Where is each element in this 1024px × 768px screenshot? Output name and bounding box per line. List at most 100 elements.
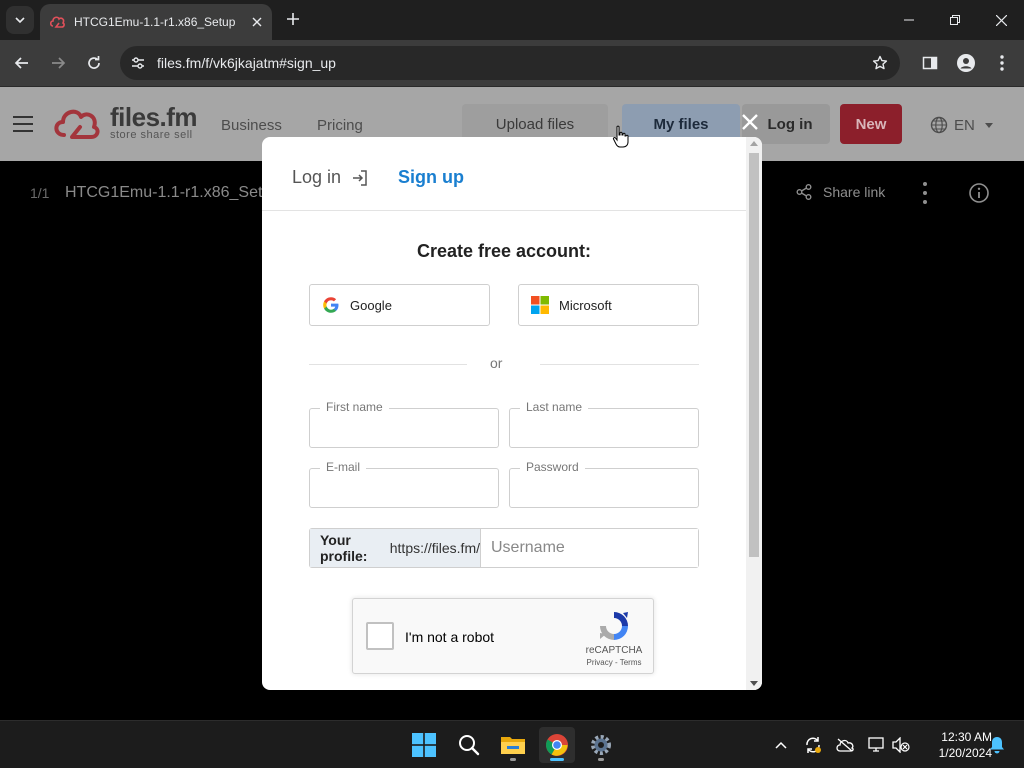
files-fm-logo[interactable]: files.fm store share sell <box>52 102 198 141</box>
volume-muted-icon <box>892 737 910 753</box>
tab-login[interactable]: Log in <box>292 167 369 188</box>
language-selector[interactable]: EN <box>930 116 993 134</box>
microsoft-signin-button[interactable]: Microsoft <box>518 284 699 326</box>
first-name-label: First name <box>320 400 389 414</box>
arrow-right-icon <box>52 57 66 69</box>
recaptcha-widget: I'm not a robot reCAPTCHA Privacy - Term… <box>352 598 654 674</box>
password-label: Password <box>520 460 585 474</box>
start-button[interactable] <box>406 727 442 763</box>
sync-tray-icon[interactable] <box>803 735 823 755</box>
close-icon <box>252 17 262 27</box>
browser-tab-bar: HTCG1Emu-1.1-r1.x86_Setup <box>0 0 1024 40</box>
hand-cursor-icon <box>612 125 629 148</box>
volume-tray-icon[interactable] <box>891 735 911 755</box>
scroll-up-arrow[interactable] <box>750 141 758 146</box>
first-name-field[interactable]: First name <box>309 400 499 448</box>
more-options-icon[interactable] <box>918 182 932 204</box>
files-fm-favicon-icon <box>50 16 65 28</box>
recaptcha-links[interactable]: Privacy - Terms <box>579 658 649 667</box>
profile-url-prefix: https://files.fm/ <box>389 540 480 556</box>
scroll-down-arrow[interactable] <box>750 681 758 686</box>
file-counter: 1/1 <box>30 185 50 201</box>
chevron-up-icon <box>775 741 787 749</box>
settings-taskbar-button[interactable] <box>583 727 619 763</box>
back-button[interactable] <box>9 50 35 76</box>
modal-scrollbar[interactable] <box>746 137 762 690</box>
new-button[interactable]: New <box>840 104 902 144</box>
divider-right <box>540 364 699 365</box>
globe-icon <box>930 116 948 134</box>
tune-icon <box>132 57 144 69</box>
site-info-button[interactable] <box>128 53 148 73</box>
last-name-label: Last name <box>520 400 589 414</box>
nav-pricing[interactable]: Pricing <box>317 117 363 134</box>
recaptcha-checkbox[interactable] <box>366 622 394 650</box>
reload-button[interactable] <box>81 50 107 76</box>
onedrive-tray-icon[interactable] <box>835 735 855 755</box>
tab-signup[interactable]: Sign up <box>398 167 464 188</box>
chrome-taskbar-button[interactable] <box>539 727 575 763</box>
side-panel-button[interactable] <box>919 52 941 74</box>
gear-icon <box>591 735 611 755</box>
tab-search-button[interactable] <box>6 6 34 34</box>
email-label: E-mail <box>320 460 367 474</box>
info-icon[interactable] <box>968 182 990 204</box>
email-field[interactable]: E-mail <box>309 460 499 508</box>
share-link-label: Share link <box>823 184 886 200</box>
recaptcha-label: I'm not a robot <box>405 629 495 645</box>
cloud-offline-icon <box>836 738 854 752</box>
close-window-button[interactable] <box>986 8 1016 32</box>
address-bar[interactable]: files.fm/f/vk6jkajatm#sign_up <box>120 46 900 80</box>
google-signin-button[interactable]: Google <box>309 284 490 326</box>
modal-close-button[interactable] <box>738 110 762 134</box>
windows-icon <box>412 733 436 757</box>
microsoft-label: Microsoft <box>559 297 612 313</box>
logo-text: files.fm <box>110 102 198 132</box>
forward-button[interactable] <box>45 50 71 76</box>
star-icon <box>872 55 888 70</box>
divider-left <box>309 364 467 365</box>
restore-button[interactable] <box>940 8 970 32</box>
browser-toolbar: files.fm/f/vk6jkajatm#sign_up <box>0 40 1024 87</box>
username-input[interactable] <box>481 529 698 567</box>
auth-tabs: Log in Sign up <box>262 137 746 211</box>
profile-prefix: Your profile: https://files.fm/ <box>310 529 481 567</box>
reload-icon <box>88 56 100 69</box>
recaptcha-brand: reCAPTCHA <box>585 645 643 656</box>
password-field[interactable]: Password <box>509 460 699 508</box>
browser-menu-button[interactable] <box>991 52 1013 74</box>
minimize-button[interactable] <box>894 8 924 32</box>
tab-login-label: Log in <box>292 167 342 187</box>
search-button[interactable] <box>451 727 487 763</box>
profile-button[interactable] <box>955 52 977 74</box>
share-link-button[interactable]: Share link <box>795 183 885 201</box>
file-explorer-button[interactable] <box>495 727 531 763</box>
menu-icon[interactable] <box>13 116 33 132</box>
scroll-thumb[interactable] <box>749 153 759 557</box>
nav-business[interactable]: Business <box>221 117 282 134</box>
network-tray-icon[interactable] <box>867 735 887 755</box>
recaptcha-logo-icon <box>600 612 628 640</box>
profile-url-group: Your profile: https://files.fm/ <box>309 528 699 568</box>
tab-close-button[interactable] <box>248 13 266 31</box>
arrow-left-icon <box>14 57 28 69</box>
system-clock[interactable]: 12:30 AM 1/20/2024 <box>916 729 992 761</box>
account-icon <box>957 54 975 72</box>
notifications-button[interactable] <box>987 735 1007 755</box>
microsoft-icon <box>531 296 549 314</box>
google-label: Google <box>350 297 392 313</box>
cloud-logo-icon <box>54 109 100 139</box>
plus-icon <box>287 13 299 25</box>
modal-title: Create free account: <box>416 241 592 261</box>
browser-tab[interactable]: HTCG1Emu-1.1-r1.x86_Setup <box>40 4 272 40</box>
profile-label: Your profile: <box>320 532 368 564</box>
last-name-field[interactable]: Last name <box>509 400 699 448</box>
caret-down-icon <box>984 122 993 128</box>
file-name: HTCG1Emu-1.1-r1.x86_Setu <box>65 184 272 201</box>
share-icon <box>796 184 812 200</box>
bookmark-button[interactable] <box>870 53 890 73</box>
windows-taskbar: 12:30 AM 1/20/2024 <box>0 720 1024 768</box>
new-tab-button[interactable] <box>282 8 304 30</box>
show-hidden-icons-button[interactable] <box>771 735 791 755</box>
minimize-icon <box>904 19 914 21</box>
